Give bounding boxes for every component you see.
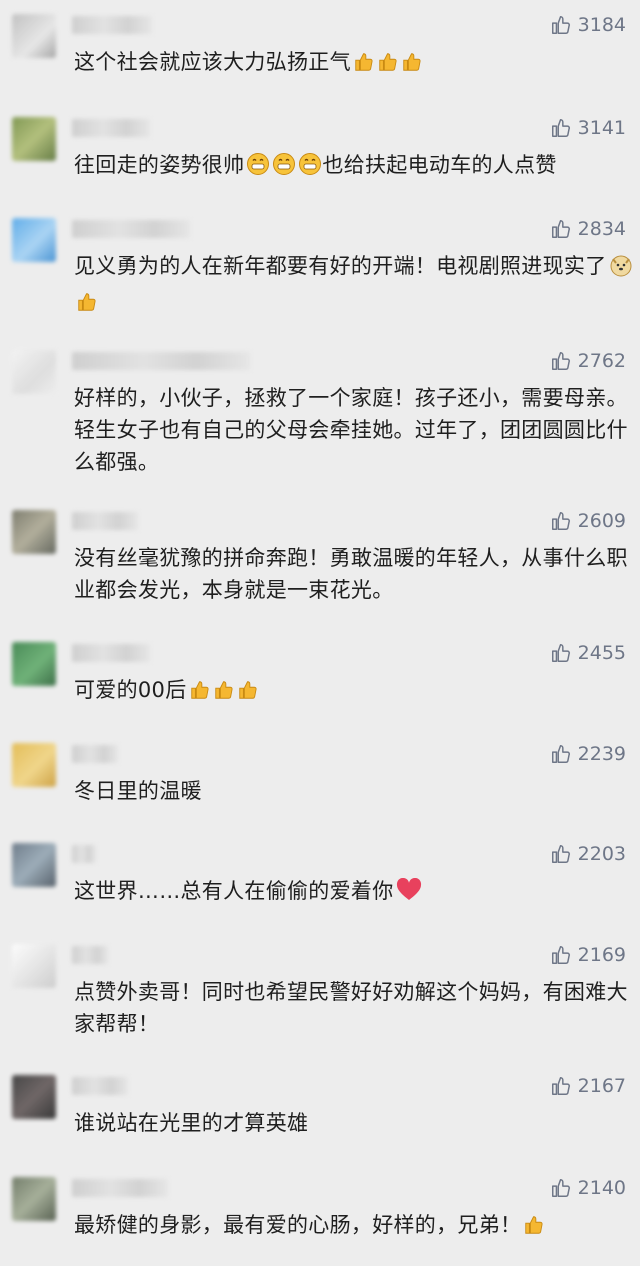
- comment-text: 这世界……总有人在偷偷的爱着你: [74, 875, 634, 911]
- like-count: 2203: [577, 843, 626, 865]
- comment-text: 没有丝毫犹豫的拼命奔跑！勇敢温暖的年轻人，从事什么职业都会发光，本身就是一束花光…: [74, 546, 628, 602]
- avatar[interactable]: [12, 117, 56, 161]
- thumbs-up-emoji: [523, 1213, 545, 1245]
- grin-emoji: [246, 152, 270, 185]
- like-count: 2455: [577, 642, 626, 664]
- like-button[interactable]: 2167: [550, 1075, 626, 1097]
- like-button[interactable]: 2762: [550, 350, 626, 372]
- avatar[interactable]: [12, 218, 56, 262]
- thumbs-up-outline-icon: [551, 644, 570, 662]
- thumbs-up-emoji: [353, 50, 375, 82]
- username-blurred[interactable]: [72, 1077, 128, 1095]
- comment-text: 谁说站在光里的才算英雄: [74, 1111, 309, 1135]
- like-count: 3184: [577, 14, 626, 36]
- like-button[interactable]: 2169: [550, 944, 626, 966]
- like-button[interactable]: 2609: [550, 510, 626, 532]
- thumbs-up-outline-icon: [551, 845, 570, 863]
- thumbs-up-emoji: [237, 678, 259, 710]
- username-blurred[interactable]: [72, 644, 150, 662]
- username-blurred[interactable]: [72, 745, 118, 763]
- thumbs-up-outline-icon: [551, 220, 570, 238]
- thumbs-up-outline-icon: [551, 1077, 570, 1095]
- thumbs-up-emoji: [401, 50, 423, 82]
- like-count: 2169: [577, 944, 626, 966]
- grin-emoji: [272, 152, 296, 185]
- like-button[interactable]: 2239: [550, 743, 626, 765]
- thumbs-up-emoji: [189, 678, 211, 710]
- like-count: 2140: [577, 1177, 626, 1199]
- like-count: 2834: [577, 218, 626, 240]
- username-blurred[interactable]: [72, 220, 190, 238]
- like-button[interactable]: 2455: [550, 642, 626, 664]
- comment-text: 往回走的姿势很帅 也给扶起电动车的人点赞: [74, 149, 634, 185]
- like-button[interactable]: 3141: [550, 117, 626, 139]
- comment-text: 好样的，小伙子，拯救了一个家庭！孩子还小，需要母亲。轻生女子也有自己的父母会牵挂…: [74, 386, 628, 474]
- like-count: 2239: [577, 743, 626, 765]
- thumbs-up-outline-icon: [551, 119, 570, 137]
- thumbs-up-outline-icon: [551, 946, 570, 964]
- avatar[interactable]: [12, 350, 56, 394]
- comment-text: 最矫健的身影，最有爱的心肠，好样的，兄弟！: [74, 1209, 634, 1245]
- avatar[interactable]: [12, 642, 56, 686]
- thumbs-up-emoji: [377, 50, 399, 82]
- avatar[interactable]: [12, 510, 56, 554]
- thumbs-up-outline-icon: [551, 1179, 570, 1197]
- avatar[interactable]: [12, 1075, 56, 1119]
- avatar[interactable]: [12, 14, 56, 58]
- like-button[interactable]: 3184: [550, 14, 626, 36]
- username-blurred[interactable]: [72, 1179, 168, 1197]
- comment-text: 这个社会就应该大力弘扬正气: [74, 46, 634, 82]
- username-blurred[interactable]: [72, 845, 96, 863]
- thumbs-up-outline-icon: [551, 352, 570, 370]
- avatar[interactable]: [12, 743, 56, 787]
- username-blurred[interactable]: [72, 352, 250, 370]
- username-blurred[interactable]: [72, 16, 152, 34]
- thumbs-up-outline-icon: [551, 745, 570, 763]
- like-count: 2167: [577, 1075, 626, 1097]
- comment-text: 点赞外卖哥！同时也希望民警好好劝解这个妈妈，有困难大家帮帮！: [74, 980, 628, 1036]
- comment-text: 可爱的00后: [74, 674, 634, 710]
- avatar[interactable]: [12, 944, 56, 988]
- username-blurred[interactable]: [72, 946, 108, 964]
- doge-emoji: [609, 253, 633, 286]
- avatar[interactable]: [12, 1177, 56, 1221]
- comment-text: 冬日里的温暖: [74, 779, 202, 803]
- like-button[interactable]: 2140: [550, 1177, 626, 1199]
- heart-emoji: [396, 877, 422, 911]
- grin-emoji: [298, 152, 322, 185]
- comment-list: 3184 这个社会就应该大力弘扬正气 3141 往回走的姿势很帅 也给扶起电动车的…: [0, 0, 640, 1266]
- like-button[interactable]: 2834: [550, 218, 626, 240]
- thumbs-up-emoji: [213, 678, 235, 710]
- thumbs-up-outline-icon: [551, 16, 570, 34]
- like-count: 3141: [577, 117, 626, 139]
- avatar[interactable]: [12, 843, 56, 887]
- username-blurred[interactable]: [72, 119, 150, 137]
- comment-text: 见义勇为的人在新年都要有好的开端！电视剧照进现实了: [74, 250, 634, 322]
- thumbs-up-emoji: [76, 290, 98, 322]
- like-count: 2762: [577, 350, 626, 372]
- username-blurred[interactable]: [72, 512, 138, 530]
- like-button[interactable]: 2203: [550, 843, 626, 865]
- thumbs-up-outline-icon: [551, 512, 570, 530]
- like-count: 2609: [577, 510, 626, 532]
